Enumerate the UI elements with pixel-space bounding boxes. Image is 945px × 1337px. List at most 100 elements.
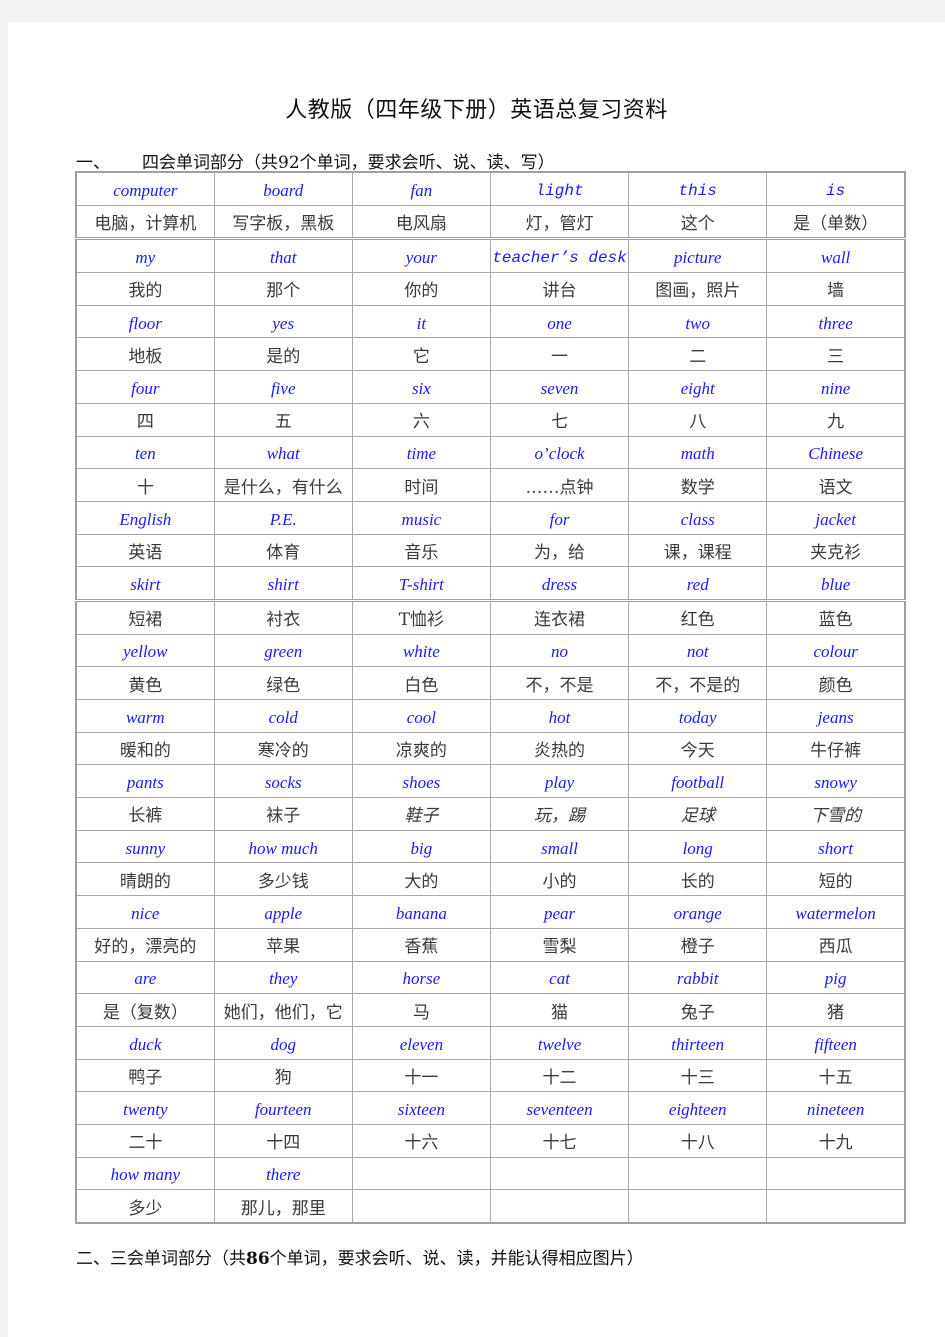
chinese-meaning-cell: 音乐 (351, 533, 491, 568)
english-word-row: pants socks shoes play football snowy (75, 764, 906, 799)
chinese-meaning-cell: 橙子 (628, 927, 768, 962)
english-word-cell: jacket (766, 500, 906, 535)
english-word-cell: my (75, 238, 215, 274)
chinese-meaning-cell: 长的 (628, 862, 768, 897)
english-word-cell: twenty (75, 1091, 215, 1125)
section-2-heading: 二、三会单词部分（共86个单词，要求会听、说、读，并能认得相应图片） (76, 1244, 644, 1269)
chinese-meaning-cell: 大的 (351, 862, 491, 897)
chinese-meaning-cell: 足球 (628, 797, 768, 831)
chinese-meaning-cell: 长裤 (75, 797, 215, 831)
chinese-meaning-cell: 是（单数） (766, 204, 906, 241)
chinese-meaning-cell (351, 1189, 491, 1224)
english-word-cell: English (75, 500, 215, 535)
chinese-meaning-row: 二十 十四 十六 十七 十八 十九 (75, 1123, 906, 1158)
chinese-meaning-cell: 这个 (628, 204, 768, 241)
english-word-cell: no (489, 633, 630, 668)
english-word-cell: cat (489, 960, 630, 995)
english-word-row: floor yes it one two three (75, 304, 906, 339)
chinese-meaning-cell: 蓝色 (766, 599, 906, 635)
chinese-meaning-cell: 四 (75, 402, 215, 437)
chinese-meaning-cell: 短的 (766, 862, 906, 897)
english-word-cell: dress (489, 566, 630, 602)
chinese-meaning-row: 英语 体育 音乐 为，给 课，课程 夹克衫 (75, 533, 906, 568)
chinese-meaning-cell: 晴朗的 (75, 862, 215, 897)
chinese-meaning-cell: 二 (628, 337, 768, 372)
english-word-cell: your (351, 238, 491, 274)
english-word-cell: how much (213, 829, 353, 864)
english-word-cell (628, 1156, 768, 1191)
chinese-meaning-cell: 八 (628, 402, 768, 437)
chinese-meaning-cell: 十二 (489, 1058, 630, 1093)
english-word-cell: two (628, 304, 768, 339)
chinese-meaning-cell: 十六 (351, 1123, 491, 1158)
document-page: 人教版（四年级下册）英语总复习资料 一、 四会单词部分（共92个单词，要求会听、说… (8, 22, 945, 1337)
english-word-cell: twelve (489, 1025, 630, 1060)
english-word-cell: wall (766, 238, 906, 274)
english-word-cell: sunny (75, 829, 215, 864)
chinese-meaning-cell: 十 (75, 468, 215, 502)
english-word-cell: cold (213, 699, 353, 733)
english-word-cell: skirt (75, 566, 215, 602)
chinese-meaning-cell: 暖和的 (75, 731, 215, 766)
english-word-cell: short (766, 829, 906, 864)
chinese-meaning-cell: 是什么，有什么 (213, 468, 353, 502)
chinese-meaning-cell: 三 (766, 337, 906, 372)
english-word-cell: Chinese (766, 435, 906, 470)
english-word-row: sunny how much big small long short (75, 829, 906, 864)
chinese-meaning-cell: 地板 (75, 337, 215, 372)
english-word-cell: nice (75, 895, 215, 929)
english-word-cell: ten (75, 435, 215, 470)
chinese-meaning-cell: 电风扇 (351, 204, 491, 241)
english-word-cell: hot (489, 699, 630, 733)
chinese-meaning-row: 我的 那个 你的 讲台 图画，照片墙 (75, 272, 906, 306)
chinese-meaning-cell: 灯，管灯 (489, 204, 630, 241)
english-word-cell: six (351, 370, 491, 404)
chinese-meaning-cell: 雪梨 (489, 927, 630, 962)
chinese-meaning-row: 鸭子狗十一 十二 十三 十五 (75, 1058, 906, 1093)
section-2-prefix: 二、三会单词部分（共 (76, 1249, 246, 1269)
english-word-cell: sixteen (351, 1091, 491, 1125)
chinese-meaning-cell: 是（复数） (75, 993, 215, 1027)
english-word-cell: are (75, 960, 215, 995)
chinese-meaning-cell: 连衣裙 (489, 599, 630, 635)
english-word-cell: how many (75, 1156, 215, 1191)
english-word-cell: shirt (213, 566, 353, 602)
english-word-cell: teacher’s desk (489, 238, 630, 274)
chinese-meaning-cell: 不，不是 (489, 666, 630, 700)
english-word-cell: math (628, 435, 768, 470)
chinese-meaning-cell: 它 (351, 337, 491, 372)
english-word-cell: jeans (766, 699, 906, 733)
chinese-meaning-cell: 体育 (213, 533, 353, 568)
english-word-cell: eighteen (628, 1091, 768, 1125)
chinese-meaning-row: 十是什么，有什么 时间 ……点钟 数学 语文 (75, 468, 906, 502)
english-word-cell (351, 1156, 491, 1191)
english-word-cell: music (351, 500, 491, 535)
english-word-cell: colour (766, 633, 906, 668)
chinese-meaning-cell: 西瓜 (766, 927, 906, 962)
english-word-cell: is (766, 171, 906, 206)
english-word-row: ten what time o’clock math Chinese (75, 435, 906, 470)
english-word-cell: one (489, 304, 630, 339)
english-word-cell: today (628, 699, 768, 733)
english-word-cell: computer (75, 171, 215, 206)
chinese-meaning-cell: 鞋子 (351, 797, 491, 831)
english-word-cell: pear (489, 895, 630, 929)
chinese-meaning-row: 黄色 绿色 白色 不，不是 不，不是的 颜色 (75, 666, 906, 700)
english-word-cell: warm (75, 699, 215, 733)
chinese-meaning-cell: 十五 (766, 1058, 906, 1093)
chinese-meaning-cell: 香蕉 (351, 927, 491, 962)
chinese-meaning-cell: 好的，漂亮的 (75, 927, 215, 962)
english-word-row: how many there (75, 1156, 906, 1191)
document-title: 人教版（四年级下册）英语总复习资料 (285, 98, 668, 123)
chinese-meaning-cell: 牛仔裤 (766, 731, 906, 766)
english-word-cell: light (489, 171, 630, 206)
english-word-cell: fan (351, 171, 491, 206)
section-1-text: 四会单词部分（共92个单词，要求会听、说、读、写） (142, 153, 555, 173)
english-word-row: twenty fourteen sixteen seventeen eighteen ni… (75, 1091, 906, 1125)
english-word-cell: fourteen (213, 1091, 353, 1125)
chinese-meaning-cell: 狗 (213, 1058, 353, 1093)
english-word-cell: floor (75, 304, 215, 339)
chinese-meaning-cell: 猪 (766, 993, 906, 1027)
english-word-cell: shoes (351, 764, 491, 799)
chinese-meaning-row: 是（复数） 她们，他们，它马猫兔子猪 (75, 993, 906, 1027)
